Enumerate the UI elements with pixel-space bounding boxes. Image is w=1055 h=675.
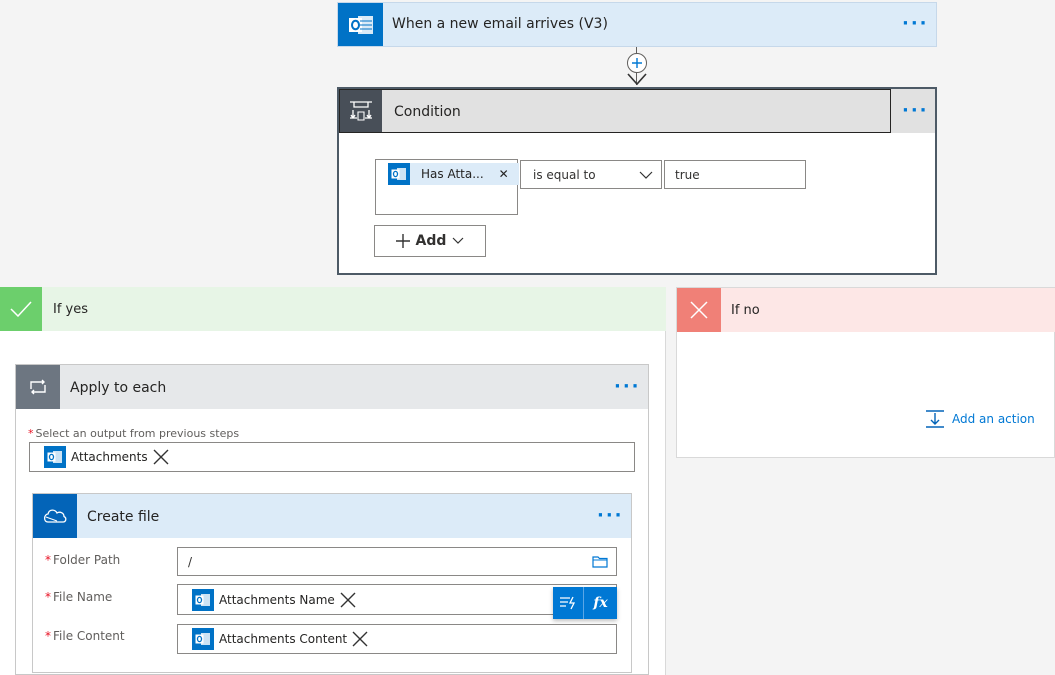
attachments-name-token[interactable]: Attachments Name — [192, 589, 356, 611]
file-name-input[interactable]: Attachments Name — [177, 584, 617, 615]
expression-button[interactable]: fx — [584, 587, 617, 619]
file-content-label: * File Content — [45, 629, 125, 643]
folder-path-label: * Folder Path — [45, 553, 121, 567]
create-file-header[interactable]: Create file ··· — [33, 494, 631, 538]
dynamic-content-button[interactable] — [553, 587, 584, 619]
file-name-label: * File Name — [45, 590, 113, 604]
remove-token-icon[interactable]: ✕ — [499, 167, 509, 181]
insert-step-button[interactable] — [627, 53, 647, 73]
attachments-token-label: Attachments — [71, 450, 148, 464]
trigger-more-button[interactable]: ··· — [902, 15, 929, 33]
yes-icon-tile — [0, 287, 42, 331]
if-yes-header[interactable]: If yes — [0, 287, 666, 331]
add-action-label: Add an action — [952, 412, 1035, 426]
plus-icon — [395, 234, 410, 248]
onedrive-icon-tile — [33, 494, 77, 538]
select-output-label: * Select an output from previous steps — [28, 427, 240, 440]
loop-icon — [30, 379, 46, 395]
fx-icon: fx — [593, 595, 608, 611]
add-action-button[interactable]: Add an action — [925, 409, 1035, 429]
trigger-card[interactable]: When a new email arrives (V3) ··· — [337, 2, 937, 47]
create-file-more-button[interactable]: ··· — [597, 507, 624, 525]
trigger-title: When a new email arrives (V3) — [392, 16, 608, 32]
plus-icon — [632, 58, 642, 68]
condition-value-input[interactable]: true — [664, 160, 806, 189]
create-file-title: Create file — [87, 509, 160, 525]
select-output-input[interactable]: Attachments — [29, 442, 635, 472]
dynamic-content-toolbar: fx — [553, 587, 617, 619]
apply-each-title: Apply to each — [70, 380, 167, 396]
condition-icon — [350, 101, 372, 121]
operator-value: is equal to — [533, 168, 596, 182]
condition-more-button[interactable]: ··· — [902, 102, 929, 120]
if-no-header[interactable]: If no — [677, 288, 1055, 332]
operator-dropdown[interactable]: is equal to — [520, 160, 662, 189]
outlook-icon — [348, 15, 373, 34]
has-attachments-label: Has Atta... — [421, 167, 484, 181]
condition-title: Condition — [394, 104, 461, 120]
outlook-icon — [44, 446, 66, 468]
chevron-down-icon — [639, 171, 653, 179]
folder-path-value: / — [188, 555, 193, 569]
condition-icon-tile — [340, 90, 382, 132]
outlook-icon — [192, 589, 214, 611]
add-condition-button[interactable]: Add — [374, 225, 486, 257]
add-action-icon — [926, 410, 944, 428]
apply-each-more-button[interactable]: ··· — [614, 378, 641, 396]
no-icon-tile — [677, 288, 721, 332]
outlook-trigger-icon-tile — [338, 3, 383, 46]
condition-left-operand[interactable]: Has Atta... ✕ — [375, 159, 519, 215]
add-condition-label: Add — [415, 233, 447, 249]
dynamic-content-icon — [560, 596, 576, 610]
condition-value: true — [675, 168, 700, 182]
create-file-card: Create file ··· * Folder Path / * File Nam… — [32, 493, 632, 673]
attachments-content-token[interactable]: Attachments Content — [192, 628, 368, 650]
if-no-label: If no — [731, 303, 760, 318]
if-yes-branch: If yes Apply to each ··· * Select an outp… — [0, 287, 666, 675]
remove-token-icon[interactable] — [153, 449, 169, 465]
attachments-content-label: Attachments Content — [219, 632, 348, 646]
folder-path-input[interactable]: / — [177, 547, 617, 576]
has-attachments-token[interactable]: Has Atta... ✕ — [388, 163, 519, 185]
remove-token-icon[interactable] — [340, 592, 356, 608]
close-icon — [690, 301, 708, 319]
outlook-icon — [192, 628, 214, 650]
if-no-branch: If no Add an action — [676, 287, 1055, 458]
apply-each-icon-tile — [16, 365, 60, 409]
outlook-icon — [388, 163, 410, 185]
attachments-token[interactable]: Attachments — [44, 446, 169, 468]
folder-icon[interactable] — [592, 555, 608, 568]
condition-header[interactable]: Condition — [339, 89, 891, 133]
if-yes-label: If yes — [53, 302, 89, 317]
apply-each-header[interactable]: Apply to each ··· — [16, 365, 648, 409]
apply-to-each-card: Apply to each ··· * Select an output from… — [15, 364, 649, 675]
file-content-input[interactable]: Attachments Content — [177, 624, 617, 654]
checkmark-icon — [10, 301, 32, 317]
attachments-name-label: Attachments Name — [219, 593, 335, 607]
condition-card: Condition ··· Has Atta... ✕ is equal to … — [337, 87, 937, 275]
onedrive-icon — [43, 509, 67, 523]
remove-token-icon[interactable] — [352, 631, 368, 647]
chevron-down-icon — [453, 237, 464, 244]
arrow-down-icon — [627, 73, 647, 86]
